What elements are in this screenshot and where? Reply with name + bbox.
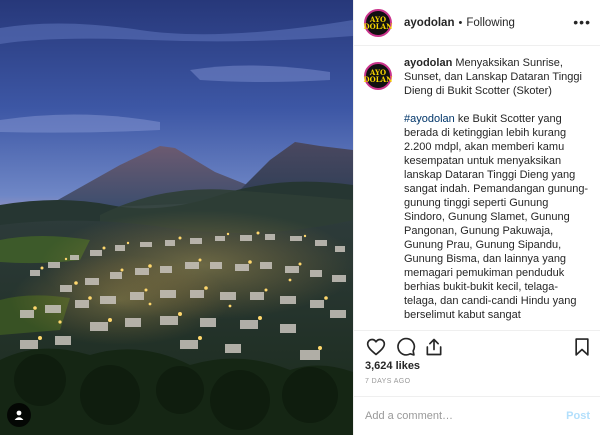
post-photo[interactable] [0, 0, 353, 435]
caption-username-link[interactable]: ayodolan [404, 57, 452, 69]
avatar[interactable]: AYO DOLAN [363, 8, 393, 37]
caption-body: ke Bukit Scotter yang berada di ketinggi… [404, 113, 589, 321]
action-bar [354, 330, 600, 358]
post-timestamp[interactable]: 7 DAYS AGO [365, 378, 411, 385]
likes-count[interactable]: 3,624 likes [365, 360, 420, 372]
avatar-logo: AYO DOLAN [363, 14, 393, 31]
bookmark-icon[interactable] [572, 337, 592, 357]
tagged-users-button[interactable] [7, 403, 31, 427]
dieng-landscape-image [0, 0, 353, 435]
post-header: AYO DOLAN ayodolan • Following ••• [354, 0, 600, 46]
caption-avatar-logo: AYO DOLAN [363, 68, 393, 84]
user-tag-icon [14, 410, 24, 420]
more-options-icon[interactable]: ••• [573, 15, 591, 29]
comment-input[interactable] [365, 410, 567, 422]
hashtag-link[interactable]: #ayodolan [404, 113, 455, 125]
caption-avatar[interactable]: AYO DOLAN [364, 62, 392, 90]
separator: • [458, 16, 463, 29]
following-button[interactable]: Following [466, 17, 515, 29]
post-side-panel: AYO DOLAN ayodolan • Following ••• AYO D… [353, 0, 600, 435]
share-icon[interactable] [424, 337, 444, 357]
comment-box: Post [354, 396, 600, 435]
caption-second-paragraph: #ayodolan ke Bukit Scotter yang berada d… [404, 112, 589, 322]
post-comment-button[interactable]: Post [566, 410, 590, 422]
comments-area[interactable]: AYO DOLAN ayodolan Menyaksikan Sunrise, … [354, 56, 600, 328]
heart-icon[interactable] [366, 337, 386, 357]
comment-icon[interactable] [396, 337, 416, 357]
caption-text: ayodolan Menyaksikan Sunrise, Sunset, da… [404, 56, 589, 322]
caption: AYO DOLAN ayodolan Menyaksikan Sunrise, … [364, 56, 591, 322]
username-link[interactable]: ayodolan [404, 17, 454, 29]
caption-first-paragraph: ayodolan Menyaksikan Sunrise, Sunset, da… [404, 56, 589, 98]
